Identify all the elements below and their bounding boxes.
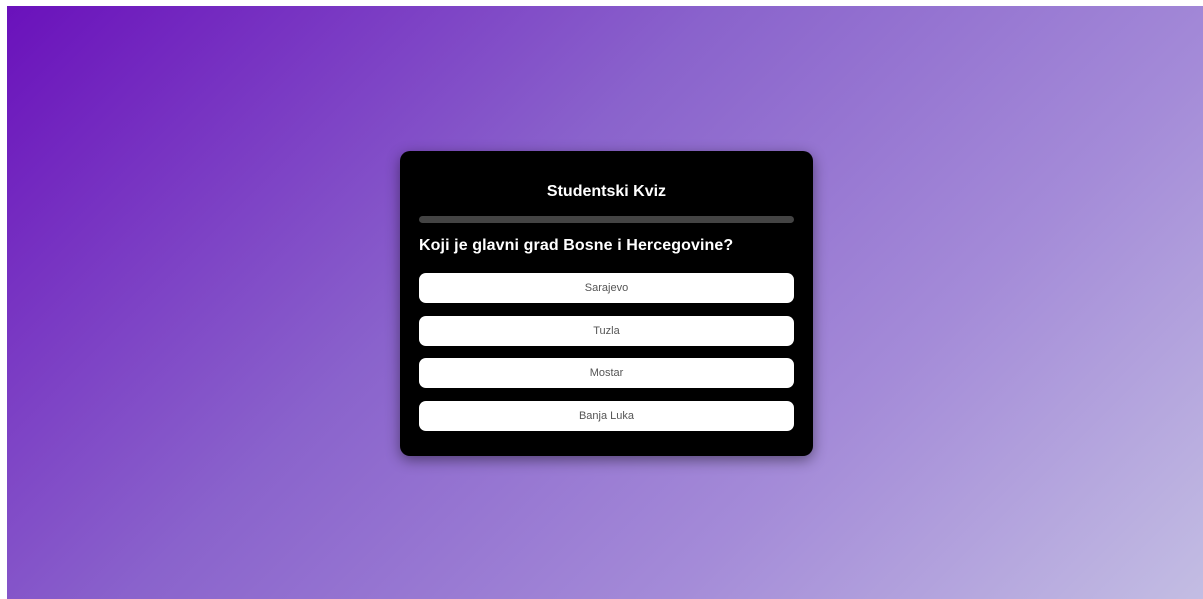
- answer-button-sarajevo[interactable]: Sarajevo: [419, 273, 794, 303]
- answer-button-banja-luka[interactable]: Banja Luka: [419, 401, 794, 431]
- progress-bar: [419, 216, 794, 223]
- answer-button-mostar[interactable]: Mostar: [419, 358, 794, 388]
- quiz-title: Studentski Kviz: [546, 183, 667, 200]
- page-left-edge: [0, 0, 7, 599]
- answer-button-tuzla[interactable]: Tuzla: [419, 316, 794, 346]
- quiz-card: Studentski Kviz Koji je glavni grad Bosn…: [400, 151, 813, 456]
- question-text: Koji je glavni grad Bosne i Hercegovine?: [419, 237, 734, 254]
